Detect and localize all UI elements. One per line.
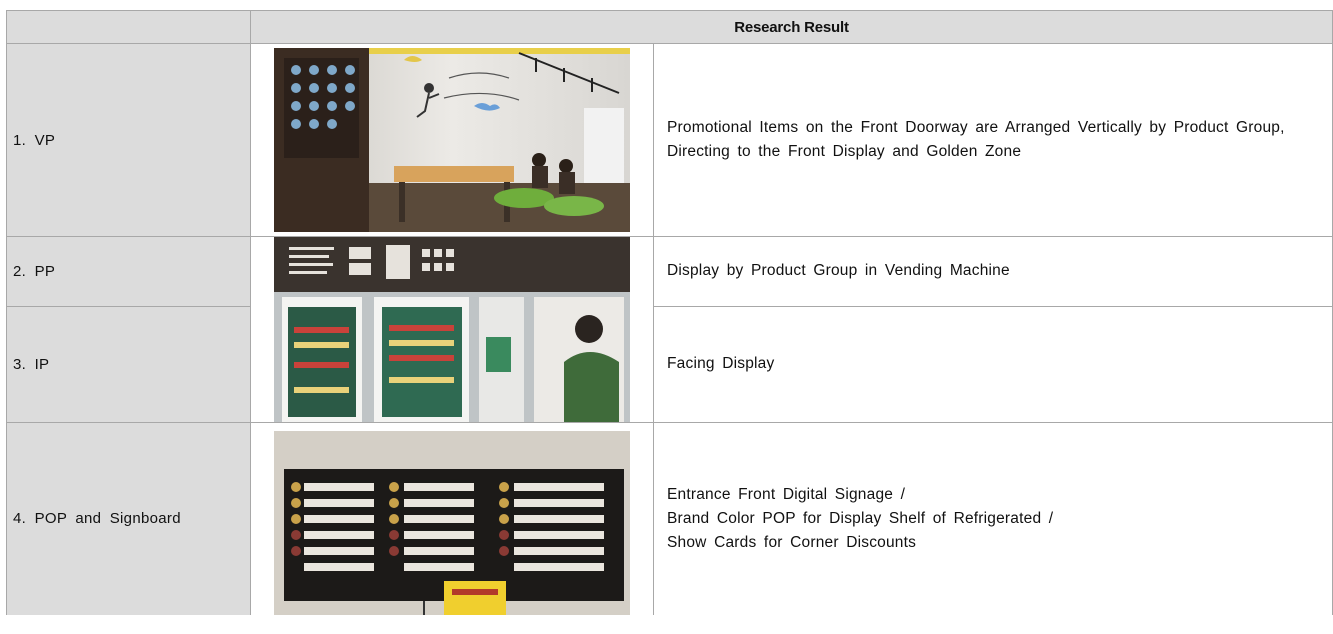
table-header: Research Result [250,10,1333,44]
vending-machine-photo [274,237,630,422]
row-description: Display by Product Group in Vending Mach… [653,236,1333,307]
photo-cell [250,236,654,423]
table-row: 1. VP Promotional Items on the Front Doo… [6,43,1333,237]
signboard-photo [274,430,630,615]
row-label: 1. VP [6,43,251,237]
description-line: Brand Color POP for Display Shelf of Ref… [667,509,1054,527]
row-label: 2. PP [6,236,251,307]
row-description: Promotional Items on the Front Doorway a… [653,43,1333,237]
description-line: Show Cards for Corner Discounts [667,533,917,551]
row-label: 4. POP and Signboard [6,422,251,615]
table-row: 3. IP Facing Display [6,306,1333,423]
photo-cell [250,43,654,237]
header-blank-cell [6,10,251,44]
table-row: 2. PP Display by Product Group in Vendin… [6,236,1333,423]
photo-cell [250,422,654,615]
table-row: 4. POP and Signboard Entrance Front Digi… [6,422,1333,615]
cafe-interior-photo [274,48,630,232]
row-description: Facing Display [653,306,1333,423]
row-description: Entrance Front Digital Signage / Brand C… [653,422,1333,615]
header-row: Research Result [6,10,1333,44]
description-line: Entrance Front Digital Signage / [667,485,906,503]
row-label: 3. IP [6,306,251,423]
research-result-table: Research Result 1. VP Promotional Items … [6,10,1333,615]
